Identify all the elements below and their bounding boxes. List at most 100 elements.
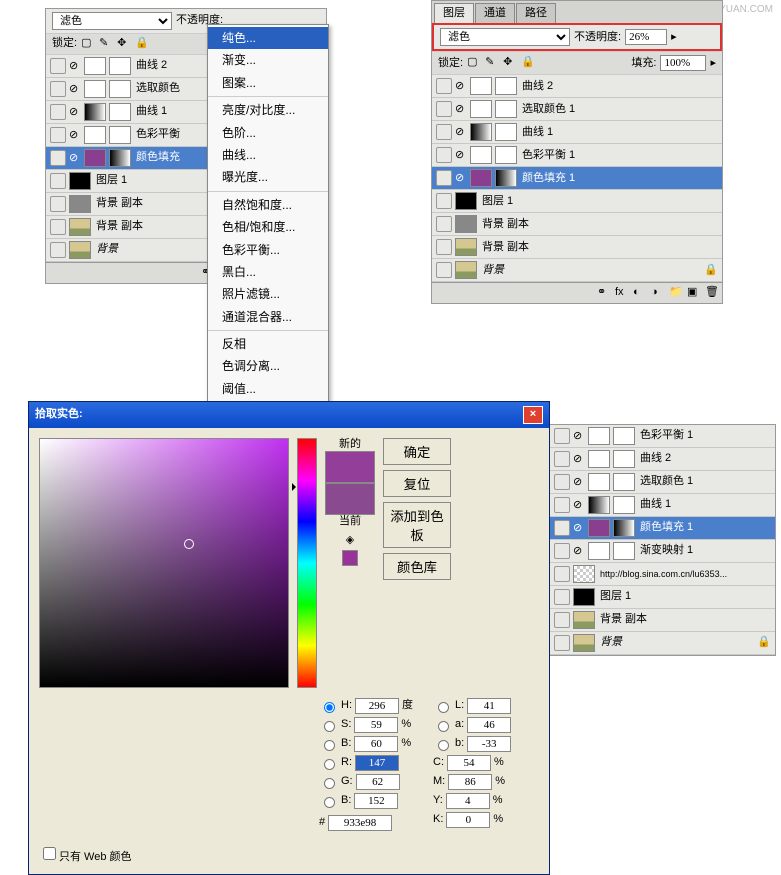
- lock-paint-icon[interactable]: ✎: [485, 56, 499, 70]
- layer-row[interactable]: ⊘色彩平衡 1: [432, 144, 722, 167]
- layer-row[interactable]: ⊘选取颜色 1: [432, 98, 722, 121]
- s-input[interactable]: [354, 717, 398, 733]
- link-icon[interactable]: ⊘: [69, 152, 81, 164]
- h-input[interactable]: [355, 698, 399, 714]
- lock-trans-icon[interactable]: ▢: [81, 37, 95, 51]
- link-icon[interactable]: ⊘: [69, 106, 81, 118]
- visibility-icon[interactable]: [50, 196, 66, 212]
- menu-invert[interactable]: 反相: [208, 333, 328, 355]
- layer-thumb[interactable]: [109, 103, 131, 121]
- color-library-button[interactable]: 颜色库: [383, 553, 451, 580]
- layer-row[interactable]: ⊘曲线 1: [432, 121, 722, 144]
- menu-posterize[interactable]: 色调分离...: [208, 355, 328, 377]
- layer-row[interactable]: ⊘选取颜色 1: [550, 471, 775, 494]
- mask-thumb[interactable]: [588, 427, 610, 445]
- r-input[interactable]: [355, 755, 399, 771]
- menu-colorbal[interactable]: 色彩平衡...: [208, 239, 328, 261]
- mask-thumb[interactable]: [470, 100, 492, 118]
- layer-thumb[interactable]: [573, 634, 595, 652]
- visibility-icon[interactable]: [554, 612, 570, 628]
- link-icon[interactable]: ⊘: [455, 126, 467, 138]
- mask-thumb[interactable]: [588, 542, 610, 560]
- y-input[interactable]: [446, 793, 490, 809]
- layer-thumb[interactable]: [613, 427, 635, 445]
- layer-row[interactable]: 图层 1: [550, 586, 775, 609]
- b-input[interactable]: [354, 736, 398, 752]
- menu-curves[interactable]: 曲线...: [208, 144, 328, 166]
- tab-channels[interactable]: 通道: [475, 3, 515, 23]
- fill-input[interactable]: [660, 55, 706, 71]
- layer-row[interactable]: ⊘曲线 1: [550, 494, 775, 517]
- mask-thumb[interactable]: [84, 57, 106, 75]
- tab-paths[interactable]: 路径: [516, 3, 556, 23]
- layer-thumb[interactable]: [69, 195, 91, 213]
- visibility-icon[interactable]: [436, 147, 452, 163]
- layer-row[interactable]: 背景 副本: [432, 213, 722, 236]
- radio-g[interactable]: [324, 778, 335, 789]
- menu-gradient[interactable]: 渐变...: [208, 49, 328, 71]
- fx-icon[interactable]: fx: [615, 286, 629, 300]
- lock-move-icon[interactable]: ✥: [117, 37, 131, 51]
- layer-thumb[interactable]: [470, 169, 492, 187]
- layer-row[interactable]: 背景 副本: [432, 236, 722, 259]
- k-input[interactable]: [446, 812, 490, 828]
- layer-thumb[interactable]: [573, 588, 595, 606]
- mask-thumb[interactable]: [84, 103, 106, 121]
- visibility-icon[interactable]: [50, 81, 66, 97]
- visibility-icon[interactable]: [436, 239, 452, 255]
- radio-a[interactable]: [438, 721, 449, 732]
- visibility-icon[interactable]: [50, 104, 66, 120]
- link-icon[interactable]: ⊘: [69, 83, 81, 95]
- visibility-icon[interactable]: [554, 474, 570, 490]
- radio-lab-b[interactable]: [438, 740, 449, 751]
- mask-thumb[interactable]: [470, 123, 492, 141]
- hex-input[interactable]: [328, 815, 392, 831]
- menu-vibrance[interactable]: 自然饱和度...: [208, 194, 328, 216]
- lock-paint-icon[interactable]: ✎: [99, 37, 113, 51]
- visibility-icon[interactable]: [554, 428, 570, 444]
- visibility-icon[interactable]: [554, 520, 570, 536]
- visibility-icon[interactable]: [436, 216, 452, 232]
- layer-row[interactable]: ⊘曲线 2: [432, 75, 722, 98]
- link-icon[interactable]: ⊘: [573, 545, 585, 557]
- a-input[interactable]: [467, 717, 511, 733]
- chevron-right-icon[interactable]: ▸: [671, 31, 677, 44]
- link-icon[interactable]: ⊘: [455, 172, 467, 184]
- layer-thumb[interactable]: [455, 261, 477, 279]
- link-icon[interactable]: ⊘: [455, 103, 467, 115]
- link-icon[interactable]: ⊘: [573, 499, 585, 511]
- visibility-icon[interactable]: [554, 566, 570, 582]
- link-layers-icon[interactable]: ⚭: [597, 286, 611, 300]
- layer-thumb[interactable]: [495, 146, 517, 164]
- web-only-checkbox[interactable]: [43, 847, 56, 860]
- layer-row[interactable]: ⊘颜色填充 1: [550, 517, 775, 540]
- mask-thumb[interactable]: [495, 169, 517, 187]
- link-icon[interactable]: ⊘: [455, 149, 467, 161]
- radio-b[interactable]: [324, 740, 335, 751]
- layer-thumb[interactable]: [84, 149, 106, 167]
- mask-thumb[interactable]: [84, 80, 106, 98]
- link-icon[interactable]: ⊘: [455, 80, 467, 92]
- layer-thumb[interactable]: [109, 80, 131, 98]
- link-icon[interactable]: ⊘: [573, 522, 585, 534]
- menu-exposure[interactable]: 曝光度...: [208, 166, 328, 188]
- menu-channelmix[interactable]: 通道混合器...: [208, 306, 328, 328]
- menu-photofilter[interactable]: 照片滤镜...: [208, 283, 328, 305]
- trash-icon[interactable]: 🗑: [705, 286, 719, 300]
- layer-thumb[interactable]: [613, 473, 635, 491]
- visibility-icon[interactable]: [436, 170, 452, 186]
- lock-trans-icon[interactable]: ▢: [467, 56, 481, 70]
- layer-row[interactable]: 背景🔒: [432, 259, 722, 282]
- layer-thumb[interactable]: [455, 215, 477, 233]
- opacity-input[interactable]: [625, 29, 667, 45]
- visibility-icon[interactable]: [436, 193, 452, 209]
- mask-thumb[interactable]: [84, 126, 106, 144]
- visibility-icon[interactable]: [50, 242, 66, 258]
- visibility-icon[interactable]: [50, 150, 66, 166]
- layer-thumb[interactable]: [109, 126, 131, 144]
- menu-levels[interactable]: 色阶...: [208, 122, 328, 144]
- new-color-swatch[interactable]: [325, 451, 375, 483]
- layer-thumb[interactable]: [588, 519, 610, 537]
- menu-threshold[interactable]: 阈值...: [208, 378, 328, 400]
- mask-thumb[interactable]: [109, 149, 131, 167]
